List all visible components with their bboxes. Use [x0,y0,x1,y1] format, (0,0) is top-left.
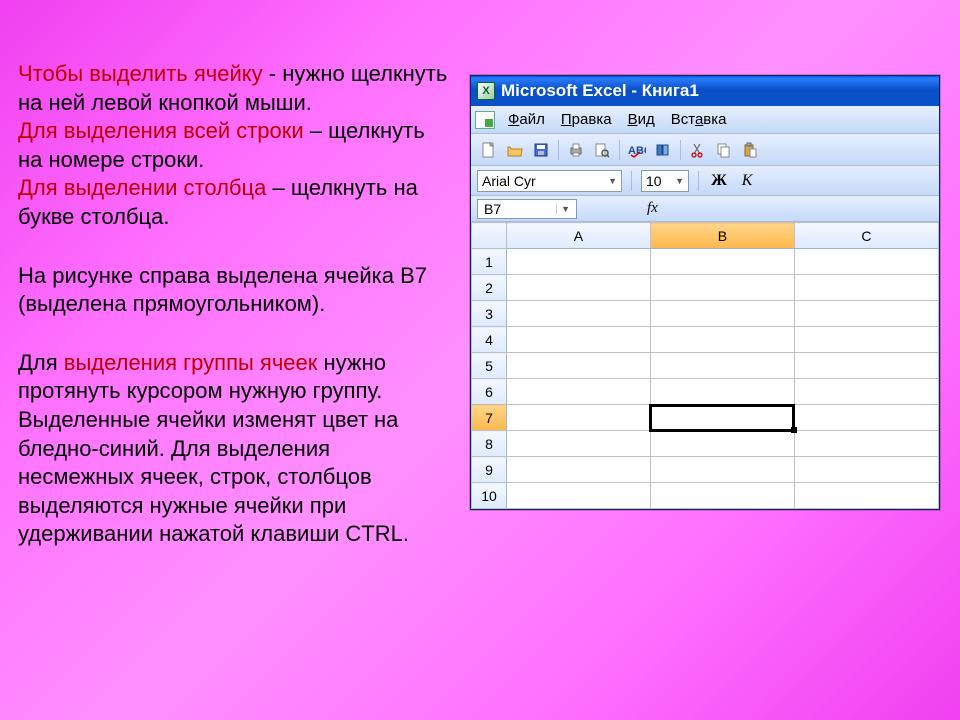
cell-c10[interactable] [794,483,938,509]
cell-c7[interactable] [794,405,938,431]
row-header-1[interactable]: 1 [472,249,507,275]
spellcheck-button[interactable]: ABC [625,138,649,162]
row-header-10[interactable]: 10 [472,483,507,509]
highlight-col: Для выделении столбца [18,175,266,200]
font-size: 10 [646,173,662,189]
cell-b3[interactable] [650,301,794,327]
cut-button[interactable] [686,138,710,162]
size-combo[interactable]: 10 ▼ [641,170,689,192]
row-header-5[interactable]: 5 [472,353,507,379]
toolbar-standard: ABC [471,134,939,166]
toolbar-format: Arial Cyr ▼ 10 ▼ Ж К [471,166,939,196]
font-name: Arial Cyr [482,173,536,189]
cell-b8[interactable] [650,431,794,457]
cell-a2[interactable] [506,275,650,301]
cell-a8[interactable] [506,431,650,457]
toolbar-separator [680,140,681,160]
cell-b6[interactable] [650,379,794,405]
cell-c2[interactable] [794,275,938,301]
cell-a5[interactable] [506,353,650,379]
cell-a9[interactable] [506,457,650,483]
row-header-9[interactable]: 9 [472,457,507,483]
cell-c1[interactable] [794,249,938,275]
menu-view[interactable]: Вид [621,108,662,131]
italic-button[interactable]: К [736,170,758,192]
cell-a7[interactable] [506,405,650,431]
open-button[interactable] [503,138,527,162]
cell-c9[interactable] [794,457,938,483]
dropdown-icon: ▼ [556,204,570,214]
cell-b2[interactable] [650,275,794,301]
cell-a10[interactable] [506,483,650,509]
row-header-4[interactable]: 4 [472,327,507,353]
cell-b5[interactable] [650,353,794,379]
cell-a4[interactable] [506,327,650,353]
menubar: Файл Правка Вид Вставка [471,106,939,134]
name-box[interactable]: B7 ▼ [477,199,577,219]
row-header-6[interactable]: 6 [472,379,507,405]
row-header-7[interactable]: 7 [472,405,507,431]
toolbar-separator [558,140,559,160]
new-file-icon[interactable] [475,111,495,129]
menu-edit[interactable]: Правка [554,108,619,131]
titlebar[interactable]: X Microsoft Excel - Книга1 [471,76,939,106]
new-button[interactable] [477,138,501,162]
formula-bar: B7 ▼ fx [471,196,939,222]
cell-c6[interactable] [794,379,938,405]
cell-b9[interactable] [650,457,794,483]
name-box-value: B7 [484,201,501,217]
row-header-2[interactable]: 2 [472,275,507,301]
toolbar-separator [698,171,699,191]
paragraph-3: Для выделения группы ячеек нужно протяну… [18,349,448,549]
col-header-c[interactable]: C [794,223,938,249]
highlight-group: выделения группы ячеек [64,350,318,375]
cell-a6[interactable] [506,379,650,405]
print-preview-button[interactable] [590,138,614,162]
cell-b7-active[interactable] [650,405,794,431]
fx-icon[interactable]: fx [647,200,658,217]
save-button[interactable] [529,138,553,162]
dropdown-icon: ▼ [608,176,617,186]
bold-button[interactable]: Ж [708,170,730,192]
print-button[interactable] [564,138,588,162]
paste-button[interactable] [738,138,762,162]
window-title: Microsoft Excel - Книга1 [501,81,699,101]
col-header-a[interactable]: A [506,223,650,249]
research-button[interactable] [651,138,675,162]
cell-a1[interactable] [506,249,650,275]
toolbar-separator [631,171,632,191]
cell-c5[interactable] [794,353,938,379]
instruction-text: Чтобы выделить ячейку - нужно щелкнуть н… [18,60,448,579]
copy-button[interactable] [712,138,736,162]
spreadsheet-grid: A B C 1 2 3 4 5 6 7 8 9 10 [471,222,939,509]
dropdown-icon: ▼ [675,176,684,186]
highlight-row: Для выделения всей строки [18,118,304,143]
toolbar-separator [619,140,620,160]
cell-b4[interactable] [650,327,794,353]
cell-a3[interactable] [506,301,650,327]
menu-file[interactable]: Файл [501,108,552,131]
excel-window: X Microsoft Excel - Книга1 Файл Правка В… [470,75,940,510]
col-header-b[interactable]: B [650,223,794,249]
cell-b10[interactable] [650,483,794,509]
menu-insert[interactable]: Вставка [664,108,734,131]
paragraph-1: Чтобы выделить ячейку - нужно щелкнуть н… [18,60,448,232]
paragraph-2: На рисунке справа выделена ячейка В7 (вы… [18,262,448,319]
row-header-3[interactable]: 3 [472,301,507,327]
font-combo[interactable]: Arial Cyr ▼ [477,170,622,192]
cell-c3[interactable] [794,301,938,327]
cell-b1[interactable] [650,249,794,275]
row-header-8[interactable]: 8 [472,431,507,457]
excel-icon: X [477,82,495,100]
select-all-corner[interactable] [472,223,507,249]
cell-c8[interactable] [794,431,938,457]
highlight-cell: Чтобы выделить ячейку [18,61,263,86]
cell-c4[interactable] [794,327,938,353]
